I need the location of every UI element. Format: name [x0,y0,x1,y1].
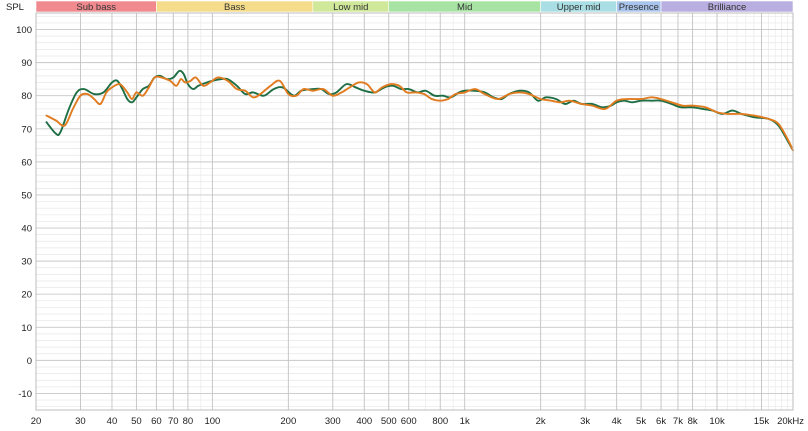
x-tick-label: 2k [536,416,546,427]
band-label: Upper mid [557,2,601,13]
frequency-bands: Sub bass Bass Low mid Mid Upper mid Presence B… [35,0,794,13]
x-tick-label: 15k [754,416,770,427]
x-tick-label: 70 [168,416,179,427]
y-tick-label: -10 [18,389,32,400]
x-tick-label: 5k [636,416,646,427]
x-tick-label: 400 [356,416,372,427]
band-label: Brilliance [708,2,747,13]
x-tick-label: 30 [75,416,86,427]
y-tick-label: 90 [21,58,32,69]
x-tick-label: 3k [580,416,590,427]
x-tick-label: 300 [325,416,341,427]
y-tick-label: 30 [21,257,32,268]
x-tick-label: 20 [31,416,42,427]
y-tick-label: 80 [21,91,32,102]
plot-background [0,0,808,431]
y-tick-label: 50 [21,190,32,201]
x-tick-label: 50 [131,416,142,427]
y-tick-label: 20 [21,290,32,301]
x-tick-label: 200 [280,416,296,427]
y-axis-label: SPL [6,2,24,13]
x-tick-label: 10k [709,416,725,427]
x-tick-label: 40 [107,416,118,427]
y-tick-label: 40 [21,224,32,235]
x-tick-label: 7k [673,416,683,427]
x-tick-label: 1k [460,416,470,427]
frequency-response-chart: Sub bass Bass Low mid Mid Upper mid Presence B… [0,0,808,431]
x-tick-label: 80 [183,416,194,427]
band-label: Sub bass [76,2,116,13]
x-tick-label: 600 [401,416,417,427]
x-tick-label: 100 [204,416,220,427]
band-label: Bass [224,2,245,13]
y-tick-label: 60 [21,157,32,168]
x-tick-label: 60 [151,416,162,427]
x-tick-label: 8k [688,416,698,427]
x-tick-label: 4k [612,416,622,427]
y-tick-label: 10 [21,323,32,334]
y-tick-label: 100 [16,25,32,36]
x-tick-label: 6k [656,416,666,427]
band-label: Presence [619,2,659,13]
band-label: Mid [457,2,472,13]
x-tick-label: 20kHz [777,416,804,427]
y-tick-label: 0 [27,356,32,367]
x-tick-label: 800 [432,416,448,427]
y-tick-label: 70 [21,124,32,135]
x-tick-label: 500 [381,416,397,427]
band-label: Low mid [333,2,368,13]
